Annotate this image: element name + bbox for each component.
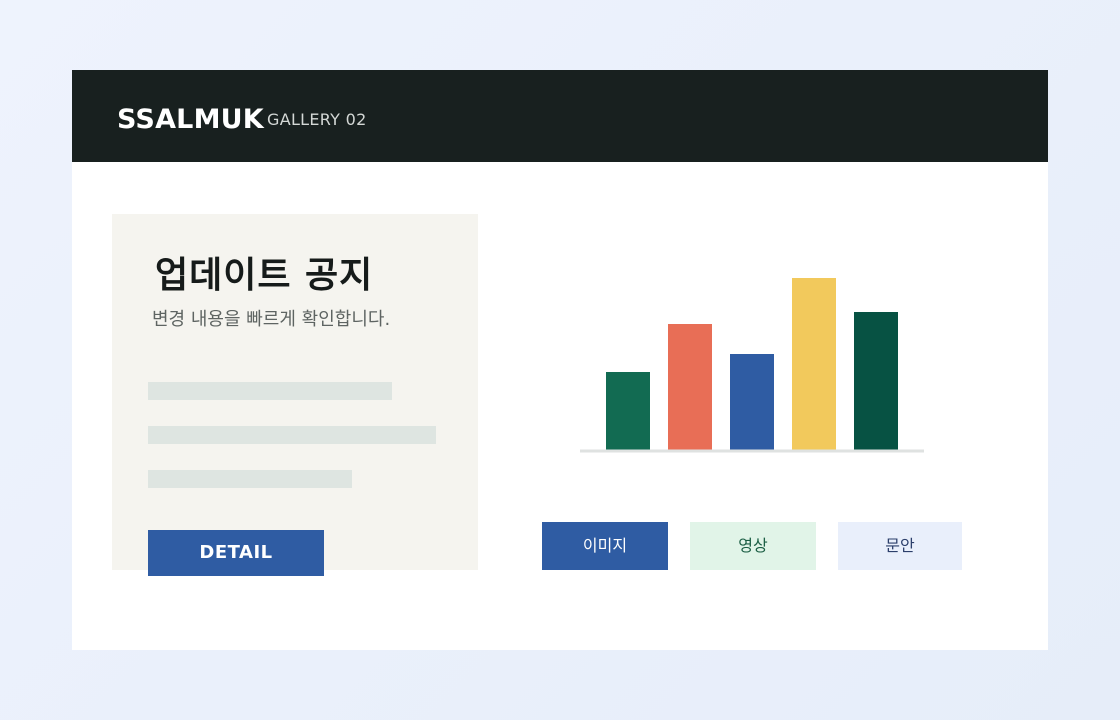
bar-chart [580, 278, 924, 453]
brand-logo[interactable]: SSALMUK [117, 104, 264, 136]
chart-bar-4 [792, 278, 836, 450]
detail-button[interactable]: DETAIL [148, 530, 324, 576]
chart-bar-5 [854, 312, 898, 450]
chip-video[interactable]: 영상 [690, 522, 816, 570]
gallery-label: GALLERY 02 [267, 110, 367, 129]
chart-bar-1 [606, 372, 650, 450]
card-title: 업데이트 공지 [155, 255, 374, 296]
chip-image[interactable]: 이미지 [542, 522, 668, 570]
notice-card: 업데이트 공지 변경 내용을 빠르게 확인합니다. [112, 214, 478, 570]
top-bar: SSALMUK GALLERY 02 [72, 70, 1048, 162]
text-placeholder-line [148, 382, 392, 400]
chart-bar-3 [730, 354, 774, 450]
gallery-frame: SSALMUK GALLERY 02 업데이트 공지 변경 내용을 빠르게 확인… [72, 70, 1048, 650]
text-placeholder-line [148, 426, 436, 444]
chart-bar-2 [668, 324, 712, 450]
card-subtitle: 변경 내용을 빠르게 확인합니다. [152, 309, 391, 330]
text-placeholder-line [148, 470, 352, 488]
chip-copy[interactable]: 문안 [838, 522, 962, 570]
